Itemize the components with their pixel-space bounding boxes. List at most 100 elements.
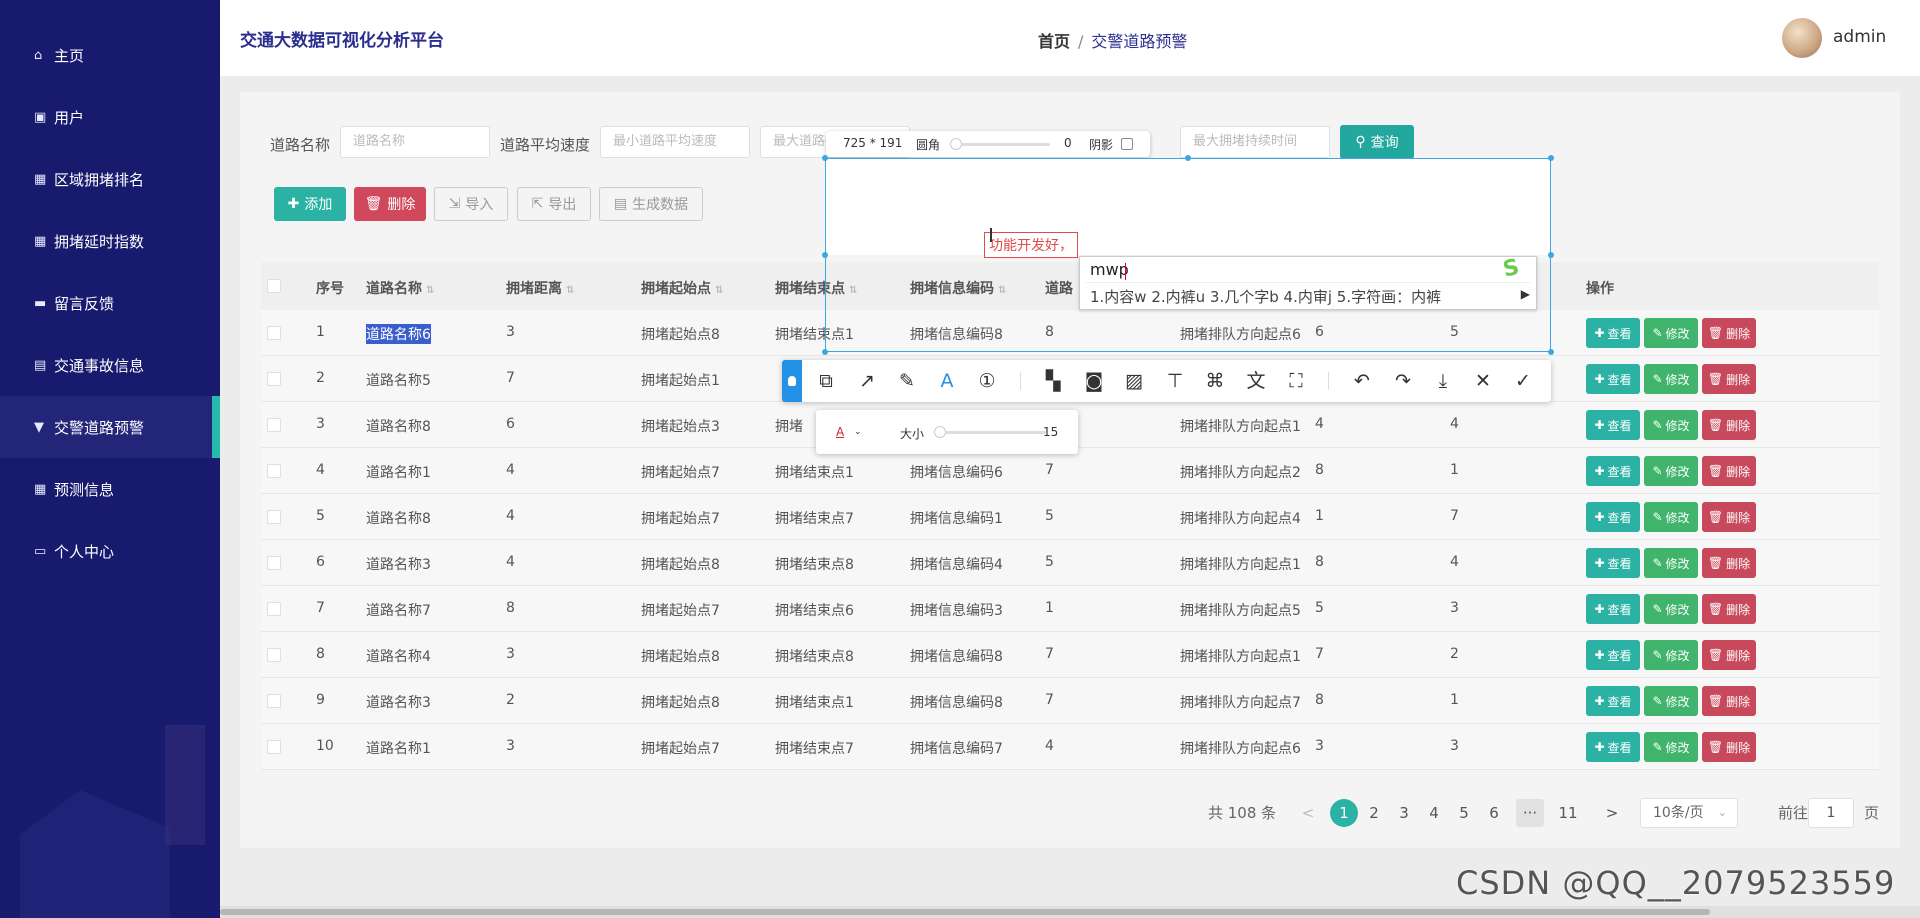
avatar[interactable] xyxy=(1782,18,1822,58)
pen-icon[interactable]: ✎ xyxy=(895,370,919,392)
delete-button[interactable]: 🗑 删除 xyxy=(1702,548,1756,578)
header-start[interactable]: 拥堵起始点 ⇅ xyxy=(641,278,723,298)
view-button[interactable]: ✚ 查看 xyxy=(1586,456,1640,486)
translate-icon[interactable]: 文 xyxy=(1244,370,1268,392)
row-checkbox[interactable] xyxy=(267,556,281,570)
delete-button[interactable]: 🗑 删除 xyxy=(1702,502,1756,532)
font-size-slider[interactable] xyxy=(934,431,1046,434)
max-duration-input[interactable]: 最大拥堵持续时间 xyxy=(1180,126,1330,158)
page-4[interactable]: 4 xyxy=(1420,799,1448,827)
delete-button[interactable]: 🗑 删除 xyxy=(1702,364,1756,394)
sidebar-item-delay-index[interactable]: ▦ 拥堵延时指数 xyxy=(0,210,220,272)
undo-icon[interactable]: ↶ xyxy=(1350,370,1374,392)
hatch-icon[interactable]: ▨ xyxy=(1122,370,1146,392)
sidebar-item-prediction[interactable]: ▦ 预测信息 xyxy=(0,458,220,520)
edit-button[interactable]: ✎ 修改 xyxy=(1644,594,1698,624)
resize-handle[interactable] xyxy=(822,252,828,258)
username[interactable]: admin xyxy=(1833,27,1886,47)
row-checkbox[interactable] xyxy=(267,326,281,340)
export-button[interactable]: ⇱ 导出 xyxy=(517,187,591,221)
font-color-icon[interactable]: A xyxy=(836,425,844,439)
goto-page-input[interactable]: 1 xyxy=(1808,798,1854,828)
number-icon[interactable]: ① xyxy=(975,370,999,392)
row-checkbox[interactable] xyxy=(267,372,281,386)
sidebar-item-area-ranking[interactable]: ▦ 区域拥堵排名 xyxy=(0,148,220,210)
row-checkbox[interactable] xyxy=(267,418,281,432)
arrow-icon[interactable]: ↗ xyxy=(855,370,879,392)
corner-radius-slider[interactable] xyxy=(950,143,1050,146)
page-1[interactable]: 1 xyxy=(1330,799,1358,827)
row-checkbox[interactable] xyxy=(267,694,281,708)
delete-button[interactable]: 🗑 删除 xyxy=(1702,318,1756,348)
delete-button[interactable]: 🗑 删除 xyxy=(1702,594,1756,624)
mosaic-icon[interactable]: ▚ xyxy=(1041,370,1065,392)
prev-page-button[interactable]: < xyxy=(1294,799,1322,827)
select-all-checkbox[interactable] xyxy=(267,279,281,293)
close-icon[interactable]: ✕ xyxy=(1471,370,1495,392)
delete-button[interactable]: 🗑 删除 xyxy=(1702,640,1756,670)
resize-handle[interactable] xyxy=(822,349,828,355)
page-size-select[interactable]: 10条/页 ⌄ xyxy=(1640,798,1738,828)
sidebar-item-accidents[interactable]: ▤ 交通事故信息 xyxy=(0,334,220,396)
edit-button[interactable]: ✎ 修改 xyxy=(1644,502,1698,532)
edit-button[interactable]: ✎ 修改 xyxy=(1644,318,1698,348)
view-button[interactable]: ✚ 查看 xyxy=(1586,410,1640,440)
batch-delete-button[interactable]: 🗑 删除 xyxy=(354,187,426,221)
breadcrumb-home[interactable]: 首页 xyxy=(1038,32,1070,51)
next-page-button[interactable]: > xyxy=(1598,799,1626,827)
view-button[interactable]: ✚ 查看 xyxy=(1586,364,1640,394)
shadow-checkbox[interactable] xyxy=(1121,138,1133,150)
view-button[interactable]: ✚ 查看 xyxy=(1586,502,1640,532)
capture-selection[interactable] xyxy=(825,158,1551,352)
resize-handle[interactable] xyxy=(1185,155,1191,161)
resize-handle[interactable] xyxy=(1548,252,1554,258)
sidebar-item-road-warning[interactable]: ▼ 交警道路预警 xyxy=(0,396,220,458)
more-pages-button[interactable]: ··· xyxy=(1516,799,1544,827)
edit-button[interactable]: ✎ 修改 xyxy=(1644,456,1698,486)
edit-button[interactable]: ✎ 修改 xyxy=(1644,686,1698,716)
sidebar-item-profile[interactable]: ▭ 个人中心 xyxy=(0,520,220,582)
font-size-knob[interactable] xyxy=(934,426,946,438)
grip-icon[interactable] xyxy=(782,360,802,402)
row-checkbox[interactable] xyxy=(267,740,281,754)
pin-icon[interactable]: ⊤ xyxy=(1163,370,1187,392)
page-3[interactable]: 3 xyxy=(1390,799,1418,827)
edit-button[interactable]: ✎ 修改 xyxy=(1644,364,1698,394)
resize-handle[interactable] xyxy=(1548,155,1554,161)
text-icon[interactable]: A xyxy=(935,370,959,392)
edit-button[interactable]: ✎ 修改 xyxy=(1644,548,1698,578)
row-checkbox[interactable] xyxy=(267,602,281,616)
page-last[interactable]: 11 xyxy=(1554,799,1582,827)
header-distance[interactable]: 拥堵距离 ⇅ xyxy=(506,278,574,298)
sidebar-item-home[interactable]: ⌂ 主页 xyxy=(0,24,220,86)
view-button[interactable]: ✚ 查看 xyxy=(1586,318,1640,348)
page-6[interactable]: 6 xyxy=(1480,799,1508,827)
edit-button[interactable]: ✎ 修改 xyxy=(1644,640,1698,670)
redo-icon[interactable]: ↷ xyxy=(1391,370,1415,392)
blur-icon[interactable]: ◙ xyxy=(1082,370,1106,392)
view-button[interactable]: ✚ 查看 xyxy=(1586,732,1640,762)
delete-button[interactable]: 🗑 删除 xyxy=(1702,456,1756,486)
capture-text-icon[interactable]: ⛶ xyxy=(1284,370,1308,392)
page-2[interactable]: 2 xyxy=(1360,799,1388,827)
delete-button[interactable]: 🗑 删除 xyxy=(1702,410,1756,440)
shape-icon[interactable]: ⧉ xyxy=(814,370,838,392)
page-5[interactable]: 5 xyxy=(1450,799,1478,827)
sidebar-item-users[interactable]: ▣ 用户 xyxy=(0,86,220,148)
resize-handle[interactable] xyxy=(822,155,828,161)
add-button[interactable]: ✚ 添加 xyxy=(274,187,346,221)
ime-candidates[interactable]: 1.内容w 2.内裤u 3.几个字b 4.内审j 5.字符画：内裤 xyxy=(1090,286,1441,307)
min-speed-input[interactable]: 最小道路平均速度 xyxy=(600,126,750,158)
view-button[interactable]: ✚ 查看 xyxy=(1586,548,1640,578)
edit-button[interactable]: ✎ 修改 xyxy=(1644,732,1698,762)
row-checkbox[interactable] xyxy=(267,648,281,662)
view-button[interactable]: ✚ 查看 xyxy=(1586,640,1640,670)
delete-button[interactable]: 🗑 删除 xyxy=(1702,686,1756,716)
sidebar-item-feedback[interactable]: ▬ 留言反馈 xyxy=(0,272,220,334)
download-icon[interactable]: ⤓ xyxy=(1431,370,1455,392)
delete-button[interactable]: 🗑 删除 xyxy=(1702,732,1756,762)
row-checkbox[interactable] xyxy=(267,464,281,478)
row-checkbox[interactable] xyxy=(267,510,281,524)
ime-next-icon[interactable]: ▶ xyxy=(1521,287,1530,301)
generate-data-button[interactable]: ▤ 生成数据 xyxy=(599,187,703,221)
